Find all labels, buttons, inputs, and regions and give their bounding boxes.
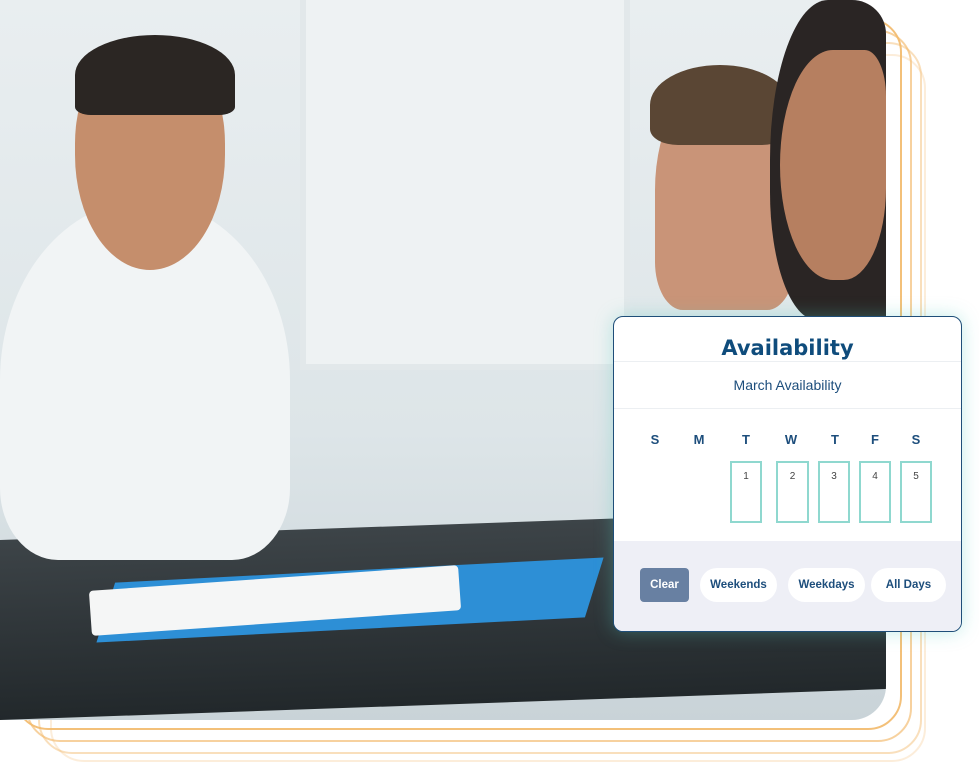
date-cell[interactable]: 4 [859, 461, 891, 523]
weekday-header: T [831, 432, 839, 447]
doctor-hair [75, 35, 235, 115]
weekdays-button[interactable]: Weekdays [788, 568, 865, 602]
wall-panel [300, 0, 630, 370]
weekday-header: W [784, 432, 798, 447]
woman-face [780, 50, 886, 280]
weekday-header: M [693, 432, 705, 447]
patient-hair [650, 65, 790, 145]
card-title: Availability [614, 317, 961, 362]
date-cell[interactable]: 3 [818, 461, 850, 523]
weekends-button[interactable]: Weekends [700, 568, 777, 602]
quick-select-bar: Clear Weekends Weekdays All Days [614, 541, 961, 631]
weekday-header: S [911, 432, 921, 447]
date-cell[interactable]: 5 [900, 461, 932, 523]
date-cell[interactable]: 1 [730, 461, 762, 523]
weekday-header: T [742, 432, 750, 447]
month-label: March Availability [614, 362, 961, 409]
weekday-header: F [871, 432, 879, 447]
all-days-button[interactable]: All Days [871, 568, 946, 602]
availability-card: Availability March Availability S M T W … [613, 316, 962, 632]
clear-button[interactable]: Clear [640, 568, 689, 602]
calendar-grid: S M T W T F S 1 2 3 4 5 [614, 409, 961, 542]
date-cell[interactable]: 2 [776, 461, 809, 523]
weekday-header: S [650, 432, 660, 447]
